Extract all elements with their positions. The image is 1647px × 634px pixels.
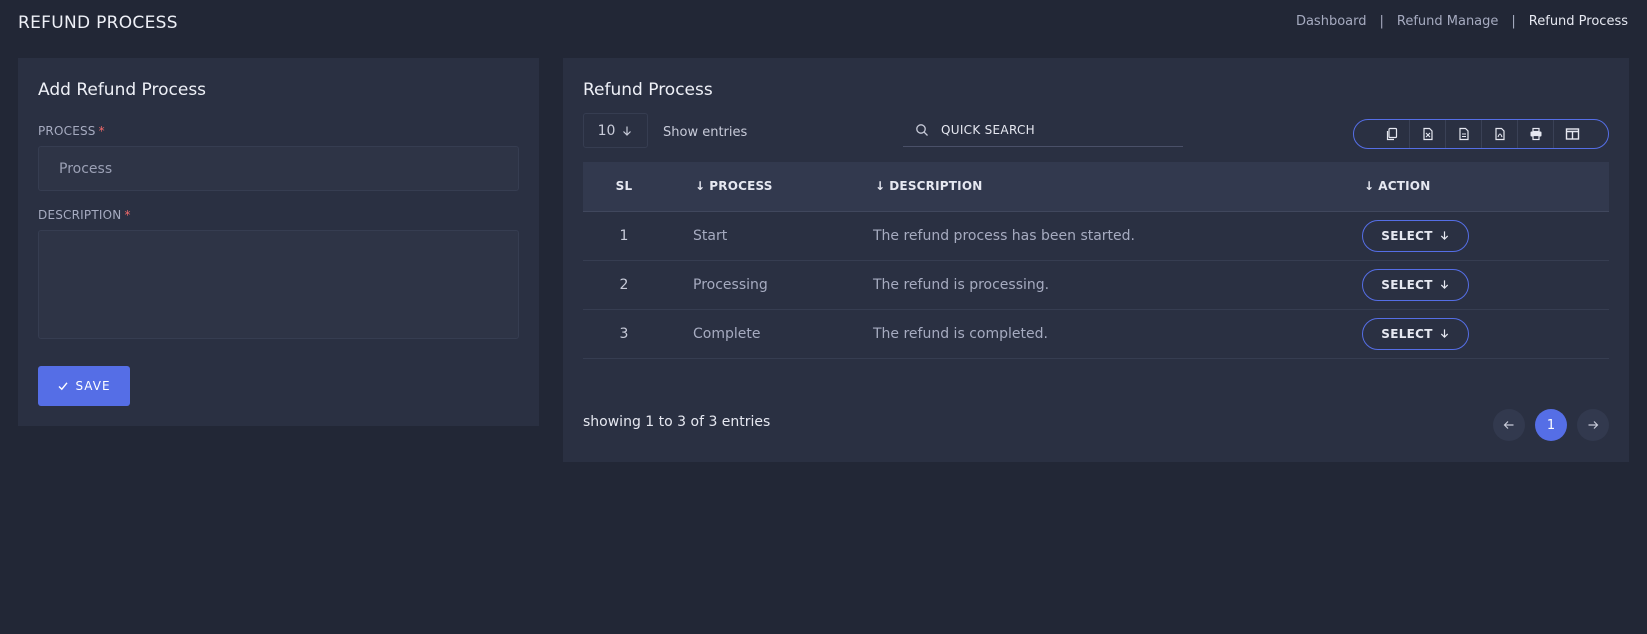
required-mark: * bbox=[124, 208, 131, 222]
arrow-right-icon bbox=[1587, 419, 1599, 431]
quick-search bbox=[903, 114, 1183, 147]
arrow-left-icon bbox=[1503, 419, 1515, 431]
column-header-sl[interactable]: SL bbox=[583, 162, 665, 212]
cell-process: Processing bbox=[693, 276, 768, 293]
excel-icon[interactable] bbox=[1410, 120, 1446, 148]
breadcrumb-refund-manage[interactable]: Refund Manage bbox=[1397, 14, 1499, 29]
refund-process-table: SL ↓ PROCESS ↓ DESCRIPTION ↓ ACTION 1 Start… bbox=[583, 162, 1609, 359]
select-label: SELECT bbox=[1381, 326, 1433, 341]
previous-page-button[interactable] bbox=[1493, 409, 1525, 441]
table-header-row: SL ↓ PROCESS ↓ DESCRIPTION ↓ ACTION bbox=[583, 162, 1609, 212]
page-title: REFUND PROCESS bbox=[18, 13, 178, 33]
cell-description: The refund is processing. bbox=[873, 276, 1050, 293]
cell-sl: 3 bbox=[619, 325, 629, 342]
export-button-group bbox=[1353, 119, 1609, 149]
select-label: SELECT bbox=[1381, 277, 1433, 292]
list-title: Refund Process bbox=[583, 80, 713, 100]
sort-arrow-icon: ↓ bbox=[695, 179, 706, 194]
page-button-1[interactable]: 1 bbox=[1535, 409, 1567, 441]
arrow-down-icon bbox=[621, 125, 633, 137]
description-label: DESCRIPTION * bbox=[38, 208, 131, 222]
breadcrumb: Dashboard | Refund Manage | Refund Proce… bbox=[1296, 14, 1628, 29]
next-page-button[interactable] bbox=[1577, 409, 1609, 441]
sort-arrow-icon: ↓ bbox=[875, 179, 886, 194]
print-icon[interactable] bbox=[1518, 120, 1554, 148]
sort-arrow-icon: ↓ bbox=[1364, 179, 1375, 194]
refund-process-list-card: Refund Process 10 Show entries QUICK SEA… bbox=[563, 58, 1629, 462]
cell-description: The refund process has been started. bbox=[873, 227, 1136, 244]
save-label: SAVE bbox=[75, 379, 111, 393]
cell-description: The refund is completed. bbox=[873, 325, 1048, 342]
column-header-action[interactable]: ↓ ACTION bbox=[1350, 162, 1609, 212]
cell-sl: 2 bbox=[619, 276, 629, 293]
table-row: 3 Complete The refund is completed. SELE… bbox=[583, 309, 1609, 358]
required-mark: * bbox=[98, 124, 105, 138]
breadcrumb-refund-process: Refund Process bbox=[1528, 14, 1628, 29]
form-title: Add Refund Process bbox=[38, 80, 207, 100]
save-button[interactable]: SAVE bbox=[38, 366, 130, 406]
arrow-down-icon bbox=[1439, 328, 1450, 339]
copy-icon[interactable] bbox=[1374, 120, 1410, 148]
process-input[interactable] bbox=[38, 146, 519, 191]
search-icon bbox=[915, 123, 929, 137]
entries-value: 10 bbox=[597, 122, 616, 139]
pagination: 1 bbox=[1493, 409, 1609, 441]
columns-icon[interactable] bbox=[1554, 120, 1590, 148]
arrow-down-icon bbox=[1439, 230, 1450, 241]
breadcrumb-dashboard[interactable]: Dashboard bbox=[1296, 14, 1367, 29]
select-action-button[interactable]: SELECT bbox=[1362, 268, 1469, 301]
process-label: PROCESS * bbox=[38, 124, 105, 138]
description-label-text: DESCRIPTION bbox=[38, 208, 122, 222]
show-entries-label: Show entries bbox=[663, 125, 748, 140]
breadcrumb-separator: | bbox=[1511, 14, 1516, 29]
table-row: 1 Start The refund process has been star… bbox=[583, 211, 1609, 260]
entries-per-page-select[interactable]: 10 bbox=[583, 113, 648, 148]
select-label: SELECT bbox=[1381, 228, 1433, 243]
arrow-down-icon bbox=[1439, 279, 1450, 290]
check-icon bbox=[57, 380, 69, 392]
breadcrumb-separator: | bbox=[1379, 14, 1384, 29]
quick-search-input[interactable] bbox=[941, 123, 1161, 137]
column-header-description[interactable]: ↓ DESCRIPTION bbox=[858, 162, 1350, 212]
column-header-process[interactable]: ↓ PROCESS bbox=[665, 162, 858, 212]
showing-entries-text: showing 1 to 3 of 3 entries bbox=[583, 414, 771, 430]
select-action-button[interactable]: SELECT bbox=[1362, 317, 1469, 350]
table-row: 2 Processing The refund is processing. S… bbox=[583, 260, 1609, 309]
cell-process: Complete bbox=[693, 325, 761, 342]
process-label-text: PROCESS bbox=[38, 124, 96, 138]
pdf-icon[interactable] bbox=[1482, 120, 1518, 148]
cell-process: Start bbox=[693, 227, 728, 244]
description-textarea[interactable] bbox=[38, 230, 519, 339]
csv-icon[interactable] bbox=[1446, 120, 1482, 148]
add-refund-process-card: Add Refund Process PROCESS* DESCRIPTION*… bbox=[18, 58, 539, 426]
cell-sl: 1 bbox=[619, 227, 629, 244]
select-action-button[interactable]: SELECT bbox=[1362, 219, 1469, 252]
